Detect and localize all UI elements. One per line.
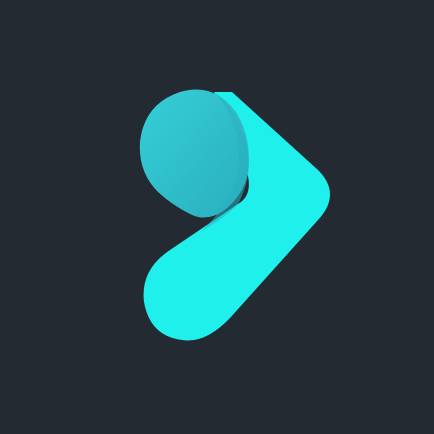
play-arrow-logo-icon xyxy=(0,0,434,434)
app-icon-canvas xyxy=(0,0,434,434)
